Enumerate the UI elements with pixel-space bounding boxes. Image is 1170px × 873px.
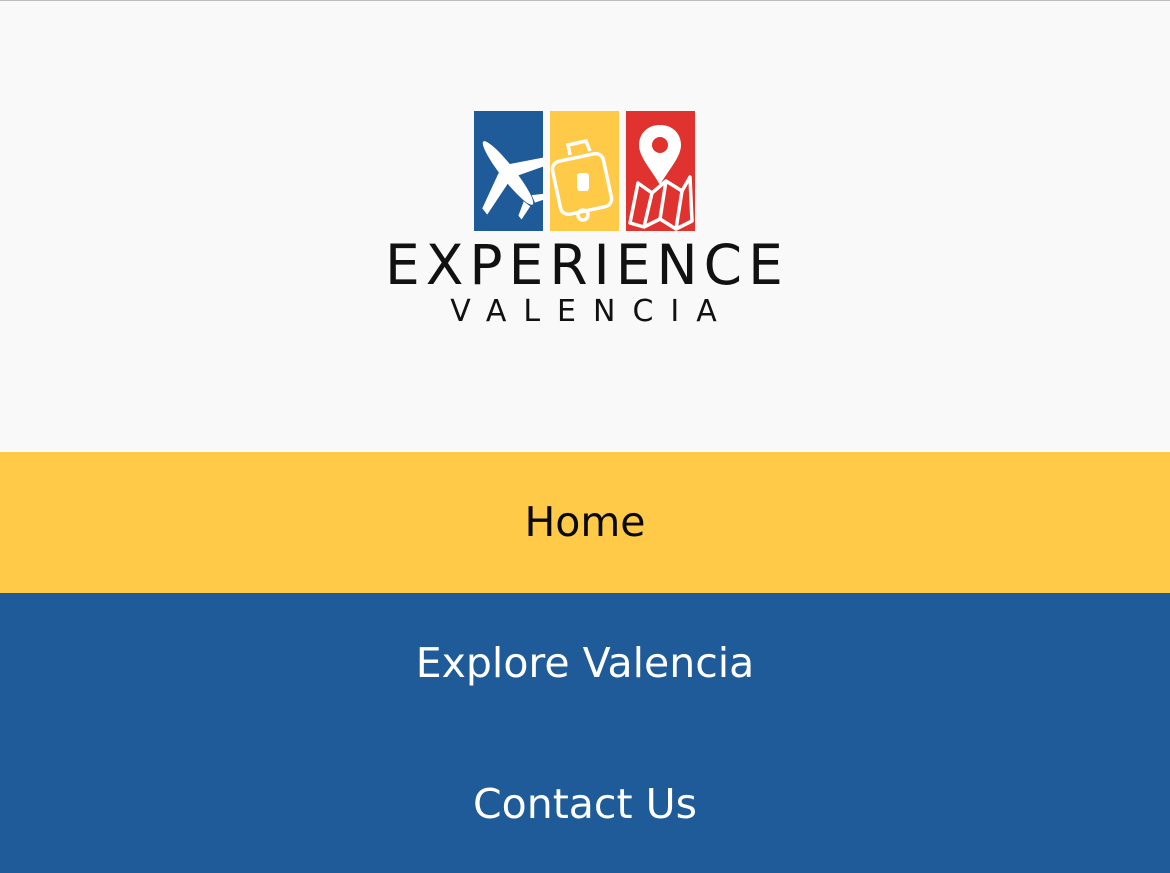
suitcase-icon	[550, 111, 619, 231]
page: EXPERIENCE VALENCIA Home Explore Valenci…	[0, 0, 1170, 873]
main-navigation: Home Explore Valencia Contact Us	[0, 452, 1170, 873]
map-pin-icon	[626, 111, 695, 231]
site-header: EXPERIENCE VALENCIA	[0, 1, 1170, 452]
nav-item-explore-valencia[interactable]: Explore Valencia	[0, 593, 1170, 734]
airplane-icon	[474, 111, 543, 231]
logo-icon-blocks	[474, 111, 696, 231]
logo-title: EXPERIENCE	[385, 233, 789, 297]
nav-item-contact-us[interactable]: Contact Us	[0, 734, 1170, 873]
logo-subtitle: VALENCIA	[450, 294, 734, 329]
nav-item-home[interactable]: Home	[0, 452, 1170, 593]
site-logo[interactable]: EXPERIENCE VALENCIA	[385, 109, 787, 329]
